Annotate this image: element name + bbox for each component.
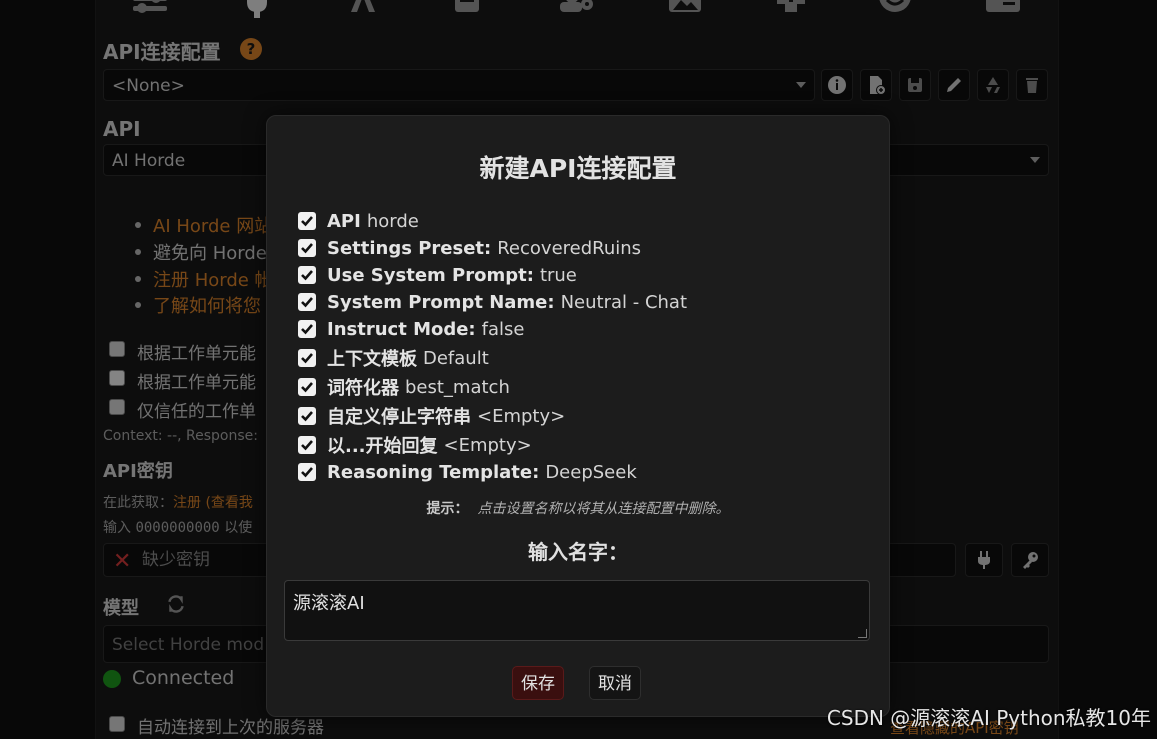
setting-value: <Empty> xyxy=(477,405,566,427)
check-icon[interactable] xyxy=(298,266,316,284)
name-label: 输入名字： xyxy=(528,540,628,564)
profile-setting-item[interactable]: 上下文模板 Default xyxy=(298,345,489,371)
profile-setting-item[interactable]: Settings Preset: RecoveredRuins xyxy=(298,235,641,261)
setting-value: DeepSeek xyxy=(545,461,637,483)
hint-text: 提示： 点击设置名称以将其从连接配置中删除。 xyxy=(426,501,730,517)
profile-setting-item[interactable]: Instruct Mode: false xyxy=(298,316,524,342)
profile-setting-item[interactable]: System Prompt Name: Neutral - Chat xyxy=(298,289,687,315)
setting-name[interactable]: 上下文模板 xyxy=(327,345,417,371)
setting-value: best_match xyxy=(405,376,510,398)
cancel-button[interactable]: 取消 xyxy=(589,666,641,700)
setting-name[interactable]: Use System Prompt: xyxy=(327,265,534,286)
profile-setting-item[interactable]: 自定义停止字符串 <Empty> xyxy=(298,403,565,429)
profile-setting-item[interactable]: 以...开始回复 <Empty> xyxy=(298,432,532,458)
setting-value: Neutral - Chat xyxy=(560,291,688,313)
check-icon[interactable] xyxy=(298,212,316,230)
setting-name[interactable]: Settings Preset: xyxy=(327,238,491,259)
setting-value: false xyxy=(481,318,525,340)
watermark: CSDN @源滚滚AI Python私教10年 xyxy=(826,706,1151,730)
new-connection-profile-dialog: 新建API连接配置 API horde Settings Preset: Recove… xyxy=(266,115,890,717)
setting-value: RecoveredRuins xyxy=(497,237,642,259)
check-icon[interactable] xyxy=(298,320,316,338)
check-icon[interactable] xyxy=(298,463,316,481)
setting-name[interactable]: System Prompt Name: xyxy=(327,292,555,313)
setting-value: true xyxy=(539,264,577,286)
setting-value: <Empty> xyxy=(443,434,532,456)
profile-setting-item[interactable]: Reasoning Template: DeepSeek xyxy=(298,459,637,485)
setting-name[interactable]: 以...开始回复 xyxy=(327,432,438,458)
dialog-title: 新建API连接配置 xyxy=(479,154,677,183)
check-icon[interactable] xyxy=(298,407,316,425)
setting-name[interactable]: 词符化器 xyxy=(327,374,399,400)
setting-name[interactable]: Reasoning Template: xyxy=(327,462,539,483)
resize-handle[interactable] xyxy=(858,629,867,638)
profile-setting-item[interactable]: API horde xyxy=(298,208,419,234)
setting-name[interactable]: 自定义停止字符串 xyxy=(327,403,471,429)
check-icon[interactable] xyxy=(298,378,316,396)
setting-name[interactable]: Instruct Mode: xyxy=(327,319,476,340)
setting-name[interactable]: API xyxy=(327,211,361,232)
check-icon[interactable] xyxy=(298,293,316,311)
profile-name-input[interactable]: 源滚滚AI xyxy=(284,580,870,641)
check-icon[interactable] xyxy=(298,349,316,367)
check-icon[interactable] xyxy=(298,239,316,257)
setting-value: horde xyxy=(366,210,419,232)
profile-setting-item[interactable]: Use System Prompt: true xyxy=(298,262,577,288)
profile-setting-item[interactable]: 词符化器 best_match xyxy=(298,374,510,400)
setting-value: Default xyxy=(423,347,489,369)
check-icon[interactable] xyxy=(298,436,316,454)
save-button[interactable]: 保存 xyxy=(512,666,564,700)
